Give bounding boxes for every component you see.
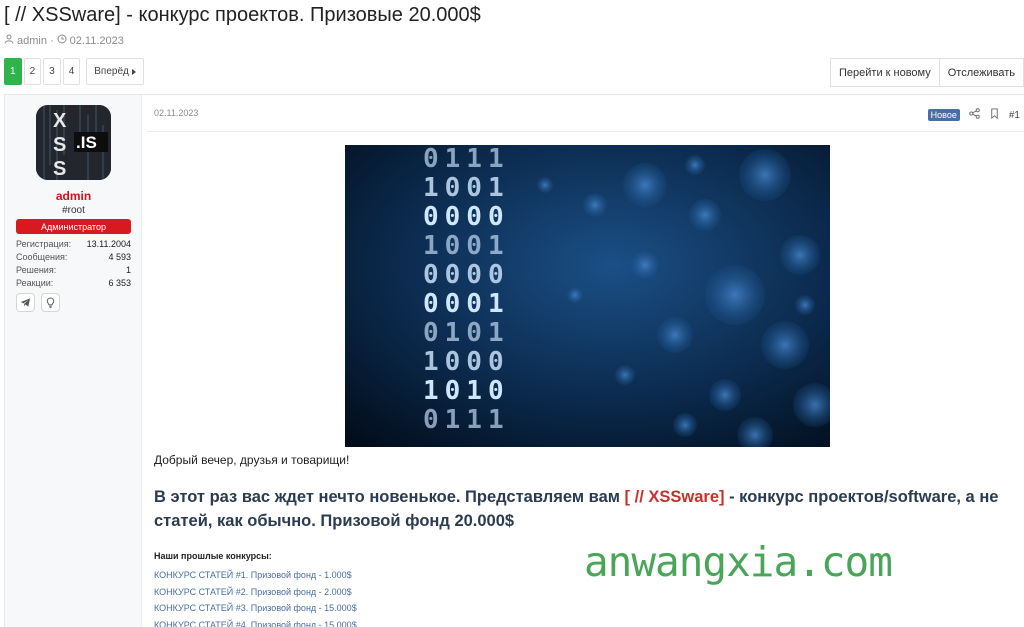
meta-separator: · (49, 34, 54, 47)
watch-button[interactable]: Отслеживать (939, 58, 1024, 87)
new-badge: Новое (927, 109, 960, 121)
past-contest-link[interactable]: КОНКУРС СТАТЕЙ #4. Призовой фонд - 15.00… (154, 617, 357, 627)
stat-label: Сообщения: (16, 252, 68, 262)
pagination: 1 2 3 4 Вперёд (4, 58, 144, 85)
headline-accent: [ // XSSware] (624, 488, 725, 506)
hero-bokeh-circle (709, 379, 741, 411)
hero-bokeh-circle (657, 317, 693, 353)
role-badge: Администратор (16, 219, 131, 234)
user-icon (4, 34, 14, 47)
hero-bokeh-circle (739, 149, 791, 201)
post-number[interactable]: #1 (1009, 110, 1020, 121)
hero-bokeh-circle (567, 287, 583, 303)
hero-binary-row: 0000 (423, 202, 510, 232)
post-username[interactable]: admin (5, 189, 142, 203)
past-contest-link[interactable]: КОНКУРС СТАТЕЙ #3. Призовой фонд - 15.00… (154, 600, 357, 617)
hero-bokeh-circle (685, 155, 705, 175)
stat-row-registration: Регистрация: 13.11.2004 (16, 238, 131, 251)
stat-row-solutions: Решения: 1 (16, 264, 131, 277)
stat-label: Решения: (16, 265, 57, 275)
page-3-button[interactable]: 3 (43, 58, 61, 85)
page-2-button[interactable]: 2 (23, 58, 42, 85)
headline-text-start: В этот раз вас ждет нечто новенькое. Пре… (154, 488, 625, 506)
hero-bokeh-circle (615, 365, 635, 385)
hero-binary-row: 1010 (423, 376, 510, 406)
hero-binary-row: 1001 (423, 173, 510, 203)
hero-bokeh-circle (673, 413, 697, 437)
thread-author-link[interactable]: admin (17, 35, 47, 47)
hero-bokeh-circle (623, 163, 667, 207)
avatar-letter-s2: S (53, 158, 66, 180)
past-contests-title: Наши прошлые конкурсы: (154, 551, 272, 561)
hero-bokeh-circle (780, 235, 820, 275)
hero-binary-row: 0111 (423, 145, 510, 174)
avatar-letter-s1: S (53, 134, 66, 156)
hero-bokeh-circle (537, 177, 553, 193)
next-page-button[interactable]: Вперёд (86, 58, 144, 85)
stat-row-messages: Сообщения: 4 593 (16, 251, 131, 264)
hero-binary-row: 0000 (423, 260, 510, 290)
avatar-tag: .IS (76, 133, 97, 152)
share-icon[interactable] (969, 106, 980, 124)
stat-value: 6 353 (108, 278, 131, 288)
post-hero-image: 0111 1001 0000 1001 0000 0001 0101 1000 1010 0111 (345, 145, 830, 447)
jump-to-new-button[interactable]: Перейти к новому (830, 58, 940, 87)
hero-binary-row: 1001 (423, 231, 510, 261)
bookmark-icon[interactable] (989, 106, 1000, 124)
hero-binary-row: 0111 (423, 405, 510, 435)
page-4-button[interactable]: 4 (62, 58, 81, 85)
stat-label: Регистрация: (16, 239, 72, 249)
hero-bokeh-circle (795, 295, 815, 315)
user-title: #root (62, 205, 85, 216)
stat-value: 13.11.2004 (86, 239, 131, 249)
clock-icon (57, 34, 67, 47)
post-user-cell: X S S .IS admin #root Администратор Реги… (5, 95, 142, 627)
hero-bokeh-circle (583, 193, 607, 217)
stat-row-reactions: Реакции: 6 353 (16, 277, 131, 290)
hero-binary-row: 0101 (423, 318, 510, 348)
past-contest-link[interactable]: КОНКУРС СТАТЕЙ #2. Призовой фонд - 2.000… (154, 584, 357, 601)
hero-binary-row: 1000 (423, 347, 510, 377)
thread-date: 02.11.2023 (69, 34, 124, 47)
post-tools: Новое #1 (927, 106, 1020, 124)
next-page-label: Вперёд (94, 66, 129, 77)
past-contest-link[interactable]: КОНКУРС СТАТЕЙ #1. Призовой фонд - 1.000… (154, 567, 357, 584)
user-stats: Регистрация: 13.11.2004 Сообщения: 4 593 Р… (16, 238, 131, 290)
caret-right-icon (131, 68, 136, 75)
post-date[interactable]: 02.11.2023 (154, 108, 198, 118)
hero-bokeh-circle (761, 321, 809, 369)
post-greeting: Добрый вечер, друзья и товарищи! (154, 453, 350, 467)
stat-value: 1 (125, 265, 131, 275)
lightbulb-icon[interactable] (41, 293, 60, 312)
page-title: [ // XSSware] - конкурс проектов. Призов… (4, 4, 481, 26)
hero-binary-row: 0001 (423, 289, 510, 319)
avatar-letter-x: X (53, 110, 67, 132)
stat-value: 4 593 (108, 252, 131, 262)
watermark: anwangxia.com (584, 538, 893, 586)
hero-bokeh-circle (705, 265, 765, 325)
post-headline: В этот раз вас ждет нечто новенькое. Пре… (154, 485, 1014, 533)
hero-bokeh-circle (689, 199, 721, 231)
post-divider (147, 131, 1024, 132)
hero-bokeh-circle (631, 251, 659, 279)
thread-actions: Перейти к новому Отслеживать (830, 58, 1024, 87)
stat-label: Реакции: (16, 278, 54, 288)
telegram-icon[interactable] (16, 293, 35, 312)
past-contests-list: КОНКУРС СТАТЕЙ #1. Призовой фонд - 1.000… (154, 567, 357, 627)
thread-meta: admin · 02.11.2023 (4, 34, 124, 47)
page-1-button[interactable]: 1 (4, 58, 22, 85)
contact-icons (16, 293, 60, 312)
avatar[interactable]: X S S .IS (36, 105, 111, 180)
